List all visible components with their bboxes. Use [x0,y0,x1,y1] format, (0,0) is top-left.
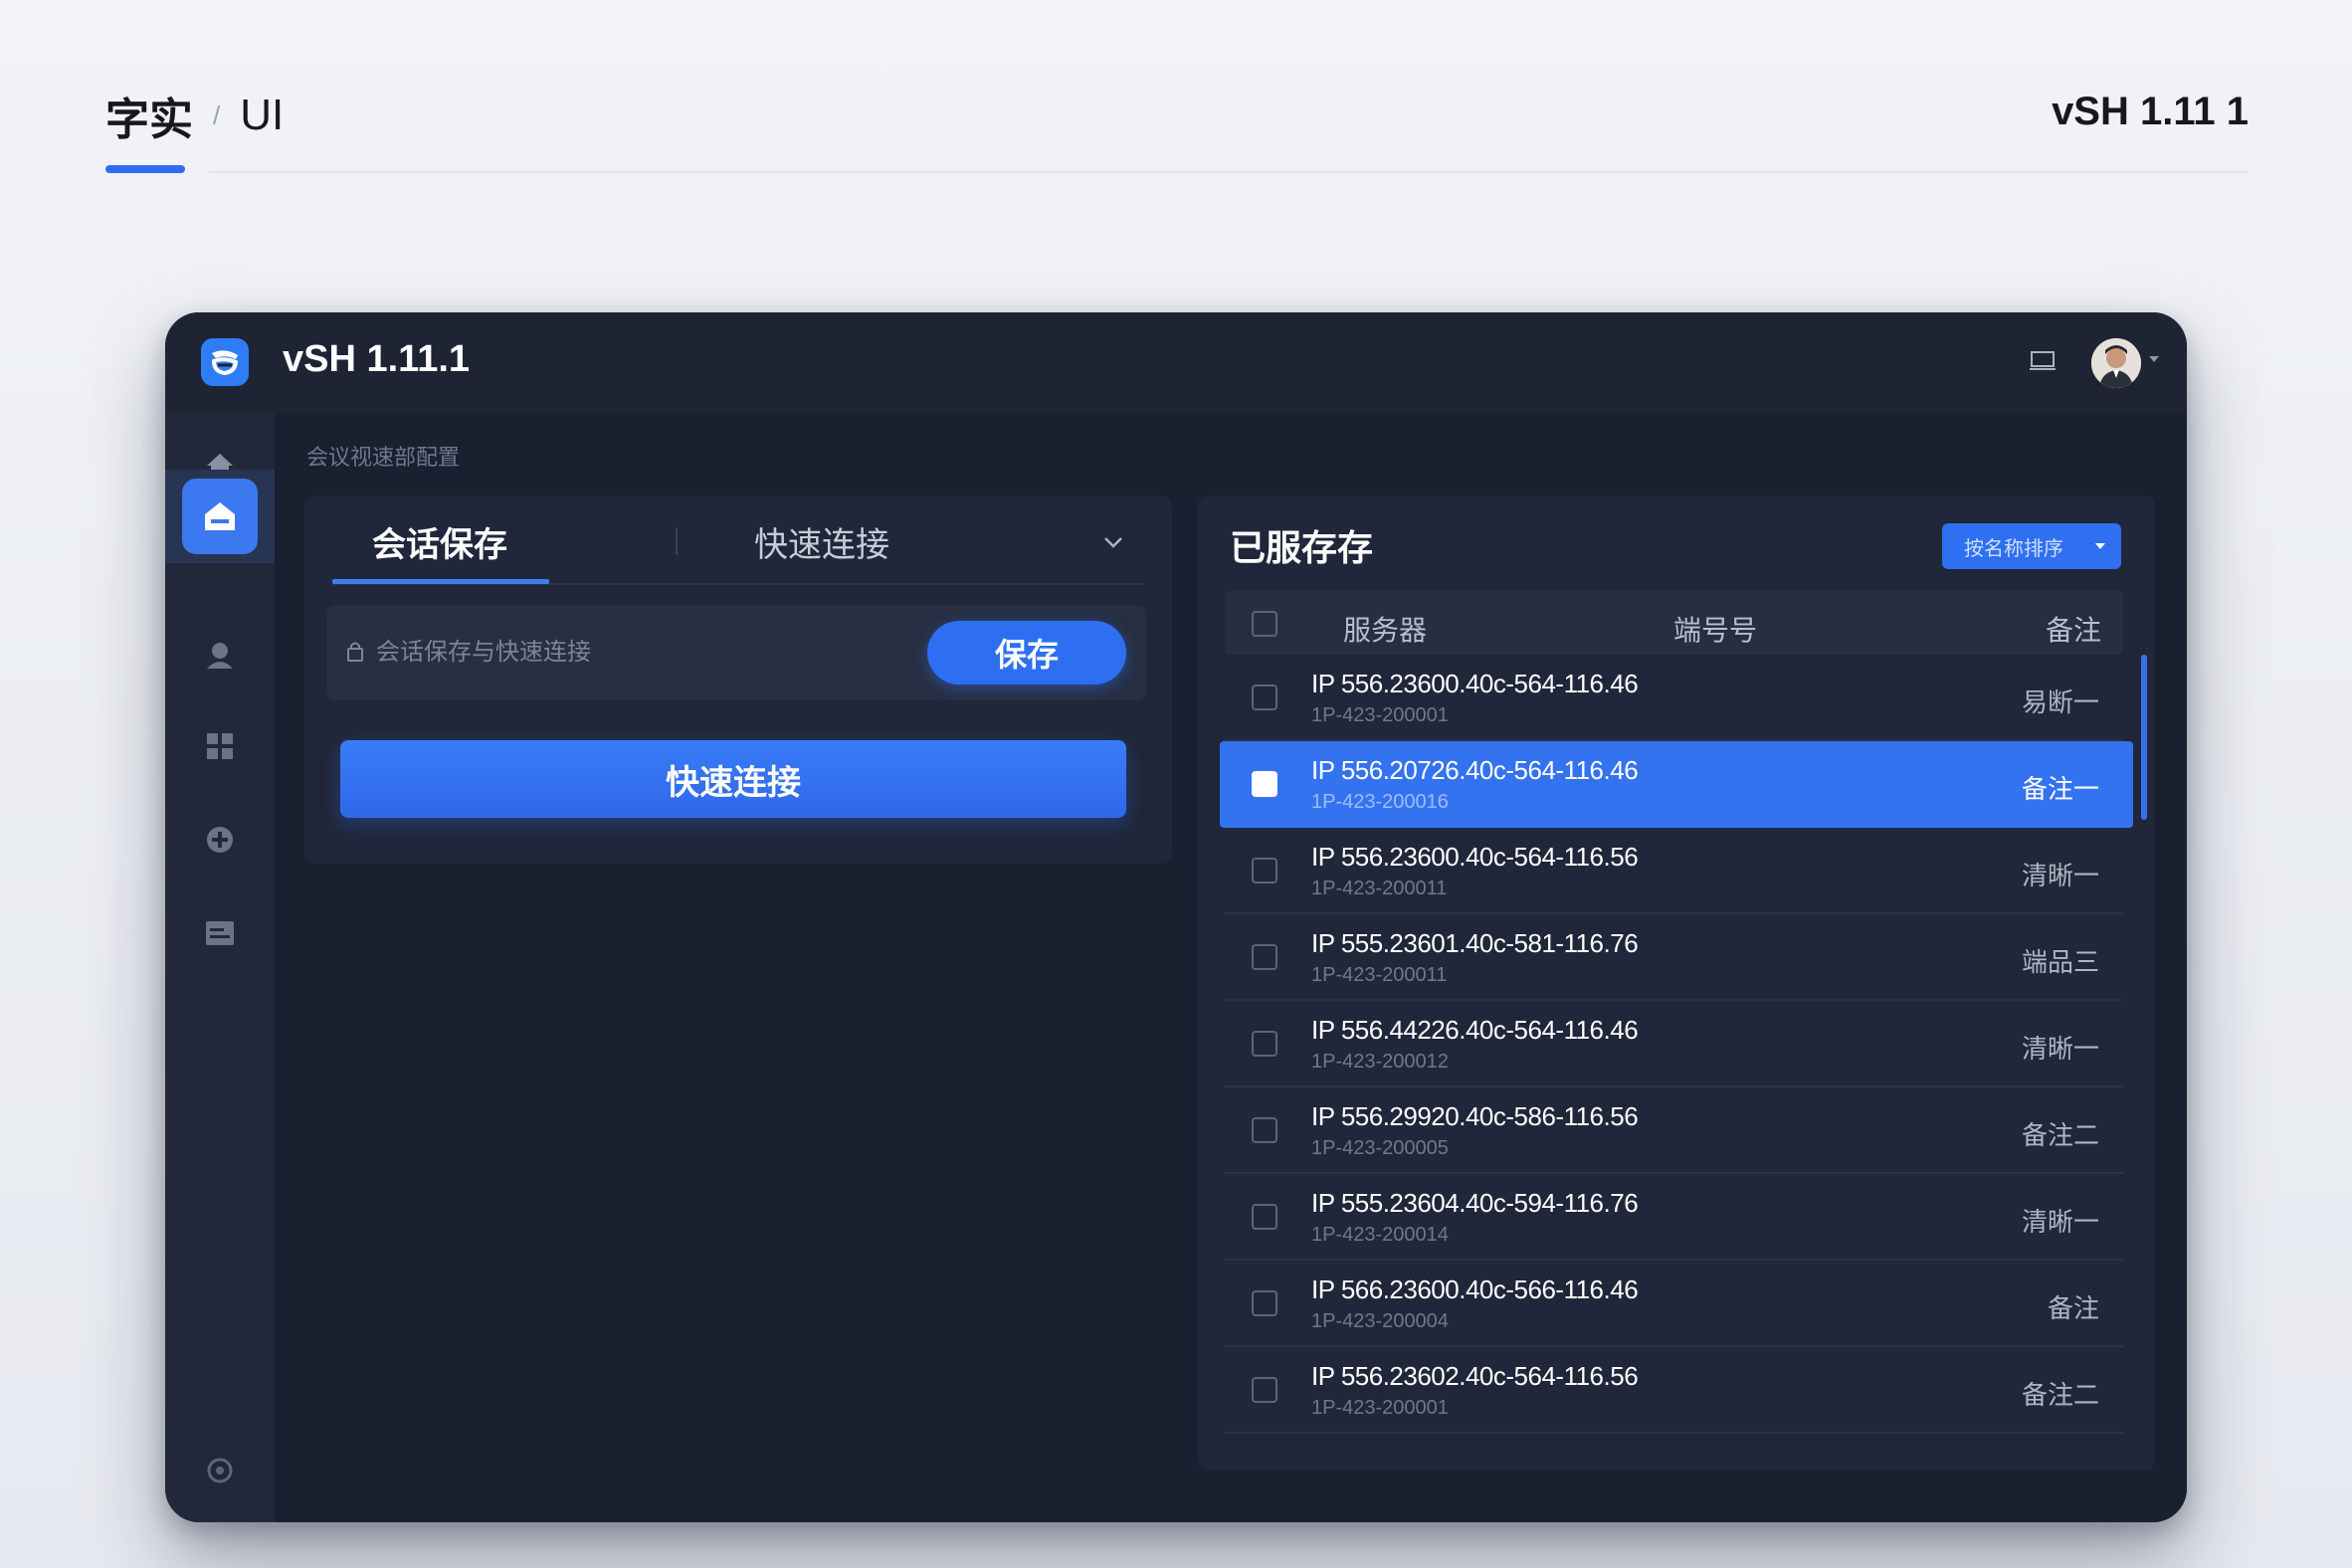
table-row-selected[interactable]: IP 556.20726.40c-564-116.46 1P-423-20001… [1220,741,2133,828]
row-checkbox[interactable] [1252,858,1277,883]
sidebar [165,414,275,1522]
page-title-sub: UI [240,91,285,139]
session-panel: 会话保存 快速连接 保存 快速连接 [304,495,1172,864]
table-row[interactable]: IP 566.23600.40c-566-116.46 1P-423-20000… [1224,1261,2123,1347]
sidebar-item-settings[interactable] [165,1429,275,1512]
table-row[interactable]: IP 556.44226.40c-564-116.46 1P-423-20001… [1224,1001,2123,1087]
row-checkbox[interactable] [1252,1204,1277,1230]
active-tab-indicator [332,579,549,584]
row-server-ip: IP 556.23600.40c-564-116.46 [1311,669,1639,698]
row-server-id: 1P-423-200016 [1311,791,1449,813]
row-note: 备注二 [2021,1120,2099,1150]
row-note: 清晰一 [2021,1207,2099,1237]
column-header-note[interactable]: 备注 [2046,609,2101,649]
breadcrumb: 会议视速部配置 [306,445,461,470]
row-server-ip: IP 556.29920.40c-586-116.56 [1311,1101,1639,1131]
page-divider [209,171,2249,173]
row-note: 清晰一 [2021,861,2099,890]
row-note: 备注一 [2021,774,2099,804]
user-icon [207,643,233,669]
app-logo-icon [201,338,249,386]
table-row[interactable]: IP 556.23600.40c-564-116.56 1P-423-20001… [1224,828,2123,914]
main-content: 会议视速部配置 会话保存 快速连接 保存 [275,414,2187,1522]
app-window: vSH 1.11.1 会议视速部配置 会话保存 快速连接 会话保存与快速连接 保… [165,312,2187,1522]
session-list: IP 556.23600.40c-564-116.46 1P-423-20000… [1220,655,2133,1434]
row-checkbox[interactable] [1252,1377,1277,1403]
page-title-underline [105,165,185,173]
titlebar: vSH 1.11.1 [165,312,2187,414]
column-header-port[interactable]: 端号号 [1673,609,1757,649]
table-row[interactable]: IP 556.23602.40c-564-116.56 1P-423-20000… [1224,1347,2123,1434]
page-title-separator: / [213,99,221,130]
table-row[interactable]: IP 556.23600.40c-564-116.46 1P-423-20000… [1224,655,2123,741]
row-checkbox[interactable] [1252,685,1277,710]
quick-connect-button[interactable]: 快速连接 [340,740,1126,818]
row-server-id: 1P-423-200014 [1311,1224,1449,1246]
settings-icon [207,1458,233,1483]
table-row[interactable]: IP 555.23604.40c-594-116.76 1P-423-20001… [1224,1174,2123,1261]
saved-sessions-title: 已服存存 [1230,527,1374,568]
column-header-server[interactable]: 服务器 [1343,609,1427,649]
row-note: 易断一 [2021,687,2099,717]
grid-icon [207,733,233,759]
row-server-id: 1P-423-200011 [1311,964,1448,986]
chevron-down-icon[interactable] [1102,531,1124,553]
row-note: 备注二 [2021,1380,2099,1410]
row-checkbox[interactable] [1252,1290,1277,1316]
caret-down-icon[interactable] [2149,356,2159,362]
row-server-ip: IP 556.23602.40c-564-116.56 [1311,1361,1639,1391]
row-server-id: 1P-423-200001 [1311,704,1449,726]
row-note: 备注 [2047,1293,2099,1323]
session-name-input[interactable] [376,631,874,675]
session-input-panel: 保存 [326,605,1146,700]
sidebar-item-grid[interactable] [165,704,275,788]
row-server-id: 1P-423-200012 [1311,1051,1449,1073]
select-all-checkbox[interactable] [1252,611,1277,637]
sidebar-item-users[interactable] [165,613,275,696]
caret-down-icon [2095,543,2105,549]
page-title-main: 字实 [105,96,193,144]
page-version: vSH 1.11 1 [2052,90,2249,133]
avatar[interactable] [2091,338,2141,388]
app-title: vSH 1.11.1 [283,338,471,380]
row-checkbox[interactable] [1252,1117,1277,1143]
row-server-ip: IP 555.23601.40c-581-116.76 [1311,928,1639,958]
session-home-icon [182,479,258,554]
row-server-ip: IP 556.44226.40c-564-116.46 [1311,1015,1639,1045]
sidebar-item-sessions[interactable] [165,470,275,563]
tab-session-save[interactable]: 会话保存 [372,505,507,577]
row-server-id: 1P-423-200001 [1311,1397,1449,1419]
tab-divider [676,527,678,555]
row-checkbox[interactable] [1252,1031,1277,1057]
sort-label: 按名称排序 [1964,537,2063,560]
saved-sessions-panel: 已服存存 按名称排序 服务器 端号号 备注 IP 556.23600.40c-5… [1198,495,2155,1470]
plugin-icon [207,827,233,853]
list-scrollbar[interactable] [2141,655,2147,820]
row-checkbox[interactable] [1252,944,1277,970]
row-server-ip: IP 556.20726.40c-564-116.46 [1311,755,1639,785]
page-header: 字实 / UI vSH 1.11 1 [105,84,2249,173]
sort-dropdown[interactable]: 按名称排序 [1942,523,2121,569]
row-checkbox[interactable] [1252,771,1277,797]
page-title: 字实 / UI [105,84,284,147]
row-note: 清晰一 [2021,1034,2099,1064]
table-row[interactable]: IP 556.29920.40c-586-116.56 1P-423-20000… [1224,1087,2123,1174]
sidebar-item-plugins[interactable] [165,798,275,882]
row-server-id: 1P-423-200011 [1311,878,1448,899]
save-button[interactable]: 保存 [927,621,1126,685]
folder-icon [206,921,234,945]
sidebar-item-folder[interactable] [165,891,275,975]
row-note: 端品三 [2021,947,2099,977]
row-server-ip: IP 555.23604.40c-594-116.76 [1311,1188,1639,1218]
screen-icon[interactable] [2030,350,2056,372]
row-server-ip: IP 566.23600.40c-566-116.46 [1311,1274,1639,1304]
table-header: 服务器 端号号 备注 [1226,591,2123,655]
row-server-id: 1P-423-200004 [1311,1310,1449,1332]
lock-icon [346,641,364,663]
row-server-id: 1P-423-200005 [1311,1137,1449,1159]
row-server-ip: IP 556.23600.40c-564-116.56 [1311,842,1639,872]
tab-quick-connect[interactable]: 快速连接 [754,505,889,577]
table-row[interactable]: IP 555.23601.40c-581-116.76 1P-423-20001… [1224,914,2123,1001]
